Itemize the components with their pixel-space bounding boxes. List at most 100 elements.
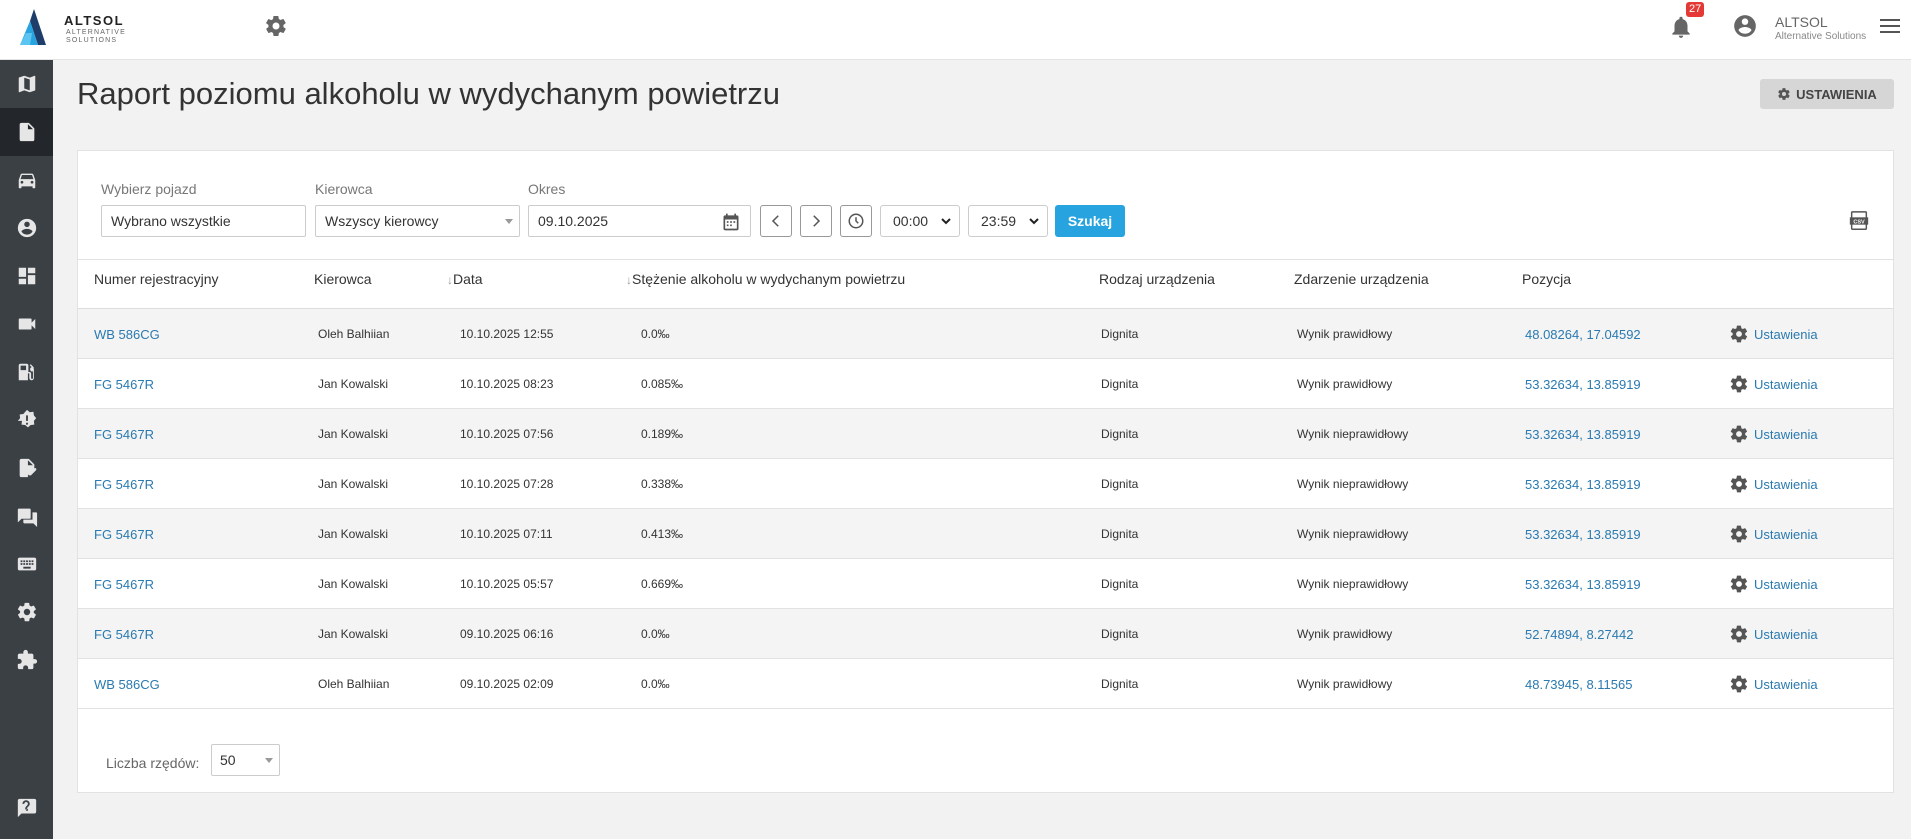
row-settings-button[interactable]: Ustawienia	[1729, 459, 1818, 509]
page-settings-button[interactable]: USTAWIENIA	[1760, 79, 1894, 109]
sidebar-item-settings[interactable]	[0, 588, 53, 636]
plate-link[interactable]: FG 5467R	[94, 409, 154, 459]
plate-link[interactable]: FG 5467R	[94, 509, 154, 559]
vehicle-select[interactable]: Wybrano wszystkie	[101, 205, 306, 237]
driver-cell: Oleh Balhiian	[318, 327, 390, 341]
device-type-cell: Dignita	[1101, 577, 1139, 591]
row-settings-button[interactable]: Ustawienia	[1729, 609, 1818, 659]
plate-link[interactable]: WB 586CG	[94, 309, 160, 359]
settings-gear-icon[interactable]	[264, 14, 288, 38]
vehicle-label: Wybierz pojazd	[101, 181, 197, 197]
search-button[interactable]: Szukaj	[1055, 205, 1125, 237]
position-link[interactable]: 52.74894, 8.27442	[1525, 609, 1633, 659]
row-settings-button[interactable]: Ustawienia	[1729, 559, 1818, 609]
chevron-down-icon	[1029, 218, 1039, 225]
sidebar-item-map[interactable]	[0, 60, 53, 108]
date-cell: 09.10.2025 02:09	[460, 677, 554, 691]
plate-link[interactable]: FG 5467R	[94, 609, 154, 659]
column-header-device-type[interactable]: Rodzaj urządzenia	[1099, 271, 1215, 287]
rows-per-page-select[interactable]: 50	[211, 744, 280, 776]
edit-icon	[19, 458, 37, 478]
column-header-date[interactable]: ↓Data	[447, 271, 483, 287]
row-settings-button[interactable]: Ustawienia	[1729, 509, 1818, 559]
row-settings-label: Ustawienia	[1754, 526, 1818, 542]
column-header-position[interactable]: Pozycja	[1522, 271, 1571, 287]
page-settings-label: USTAWIENIA	[1796, 86, 1877, 102]
user-company: Alternative Solutions	[1775, 31, 1867, 42]
gear-icon	[1730, 475, 1748, 493]
page-title: Raport poziomu alkoholu w wydychanym pow…	[77, 76, 780, 111]
table-row: FG 5467R Jan Kowalski 10.10.2025 08:23 0.08…	[78, 359, 1893, 409]
row-settings-label: Ustawienia	[1754, 676, 1818, 692]
date-cell: 10.10.2025 07:28	[460, 477, 554, 491]
device-type-cell: Dignita	[1101, 677, 1139, 691]
plate-link[interactable]: FG 5467R	[94, 459, 154, 509]
column-header-plate[interactable]: Numer rejestracyjny	[94, 271, 218, 287]
alert-icon	[17, 409, 36, 428]
table-row: FG 5467R Jan Kowalski 10.10.2025 07:56 0.18…	[78, 409, 1893, 459]
date-input[interactable]: 09.10.2025	[528, 205, 751, 237]
altsol-logo[interactable]: ALTSOL ALTERNATIVE SOLUTIONS	[16, 7, 146, 51]
plate-link[interactable]: FG 5467R	[94, 359, 154, 409]
device-type-cell: Dignita	[1101, 327, 1139, 341]
user-info[interactable]: ALTSOL Alternative Solutions	[1775, 14, 1866, 42]
column-header-device-event[interactable]: Zdarzenie urządzenia	[1294, 271, 1429, 287]
driver-select[interactable]: Wszyscy kierowcy	[315, 205, 520, 237]
sidebar-item-dashboard[interactable]	[0, 252, 53, 300]
date-cell: 10.10.2025 12:55	[460, 327, 554, 341]
alcohol-level-cell: 0.338‰	[641, 477, 684, 491]
next-day-button[interactable]	[800, 205, 832, 237]
plate-link[interactable]: FG 5467R	[94, 559, 154, 609]
row-settings-button[interactable]: Ustawienia	[1729, 359, 1818, 409]
sidebar-item-fuel[interactable]	[0, 348, 53, 396]
date-cell: 10.10.2025 05:57	[460, 577, 554, 591]
row-settings-button[interactable]: Ustawienia	[1729, 309, 1818, 359]
csv-export-icon[interactable]: CSV	[1848, 210, 1870, 232]
position-link[interactable]: 53.32634, 13.85919	[1525, 459, 1641, 509]
device-event-cell: Wynik nieprawidłowy	[1297, 427, 1409, 441]
rows-per-page-value: 50	[220, 752, 236, 768]
user-avatar-icon[interactable]	[1732, 13, 1758, 39]
gear-icon	[1730, 375, 1748, 393]
sidebar-item-plugins[interactable]	[0, 636, 53, 684]
time-toggle-button[interactable]	[840, 205, 872, 237]
device-type-cell: Dignita	[1101, 427, 1139, 441]
sidebar-item-alerts[interactable]	[0, 396, 53, 444]
time-to-select[interactable]: 23:59	[968, 205, 1048, 237]
position-link[interactable]: 48.73945, 8.11565	[1525, 659, 1632, 709]
previous-day-button[interactable]	[760, 205, 792, 237]
help-icon	[17, 798, 36, 818]
notification-count-badge[interactable]: 27	[1686, 2, 1705, 17]
column-header-date-label: Data	[453, 271, 483, 287]
sidebar-item-cards[interactable]	[0, 540, 53, 588]
table-row: FG 5467R Jan Kowalski 10.10.2025 07:11 0.41…	[78, 509, 1893, 559]
column-header-driver[interactable]: Kierowca	[314, 271, 372, 287]
top-bar: ALTSOL ALTERNATIVE SOLUTIONS 27 ALTSOL A…	[0, 0, 1911, 60]
car-icon	[18, 173, 35, 189]
sidebar-item-vehicles[interactable]	[0, 156, 53, 204]
position-link[interactable]: 53.32634, 13.85919	[1525, 559, 1641, 609]
sidebar-item-messages[interactable]	[0, 492, 53, 540]
gear-icon	[1730, 425, 1748, 443]
position-link[interactable]: 53.32634, 13.85919	[1525, 509, 1641, 559]
row-settings-button[interactable]: Ustawienia	[1729, 659, 1818, 709]
plate-link[interactable]: WB 586CG	[94, 659, 160, 709]
calendar-icon[interactable]	[721, 212, 741, 232]
column-header-alcohol-level[interactable]: ↓Stężenie alkoholu w wydychanym powietrz…	[626, 271, 905, 287]
position-link[interactable]: 48.08264, 17.04592	[1525, 309, 1641, 359]
position-link[interactable]: 53.32634, 13.85919	[1525, 409, 1641, 459]
sidebar-item-drivers[interactable]	[0, 204, 53, 252]
sidebar-item-help[interactable]	[0, 784, 53, 832]
sidebar-item-reports[interactable]	[0, 108, 53, 156]
device-event-cell: Wynik nieprawidłowy	[1297, 527, 1409, 541]
row-settings-label: Ustawienia	[1754, 576, 1818, 592]
alcohol-level-cell: 0.0‰	[641, 627, 670, 641]
hamburger-menu-icon[interactable]	[1880, 17, 1900, 35]
notifications-bell-icon[interactable]	[1668, 14, 1694, 40]
row-settings-button[interactable]: Ustawienia	[1729, 409, 1818, 459]
time-from-select[interactable]: 00:00	[880, 205, 960, 237]
sidebar-item-forms[interactable]	[0, 444, 53, 492]
device-event-cell: Wynik nieprawidłowy	[1297, 577, 1409, 591]
position-link[interactable]: 53.32634, 13.85919	[1525, 359, 1641, 409]
sidebar-item-video[interactable]	[0, 300, 53, 348]
